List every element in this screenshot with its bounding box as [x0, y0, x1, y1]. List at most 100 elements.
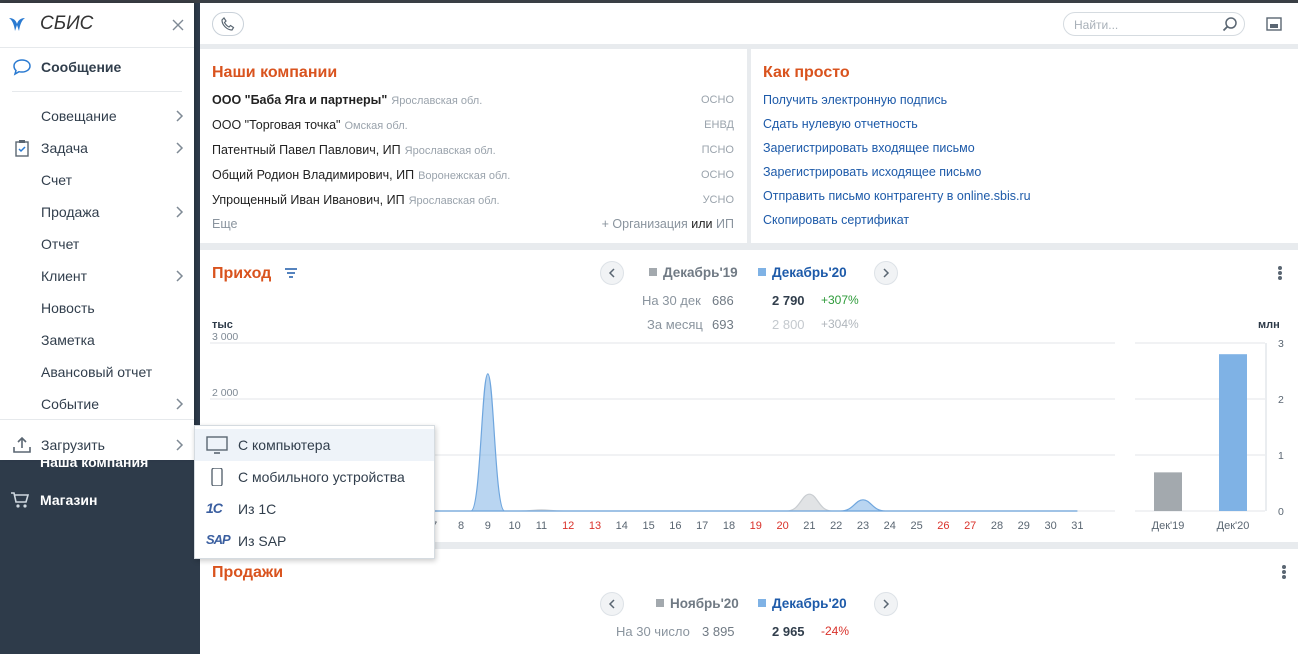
sales-legend-curr[interactable]: Декабрь'20 [758, 596, 847, 611]
chevron-right-icon [176, 439, 184, 451]
company-name-wrap: Упрощенный Иван Иванович, ИП Ярославская … [212, 193, 500, 207]
howto-link[interactable]: Зарегистрировать входящее письмо [763, 141, 975, 155]
y-tick-label: 2 000 [212, 387, 238, 399]
sales-legend-prev[interactable]: Ноябрь'20 [656, 596, 739, 611]
menu-item[interactable]: Клиент [0, 261, 194, 291]
x-tick-label: 31 [1071, 520, 1083, 532]
company-tax-system: ОСНО [701, 169, 734, 181]
menu-item-label: Заметка [41, 332, 95, 348]
bar [1219, 354, 1247, 511]
upload-from-1c[interactable]: 1С Из 1С [195, 493, 434, 525]
sales-legend-prev-label: Ноябрь'20 [670, 596, 739, 611]
brand-name: СБИС [40, 13, 94, 34]
x-tick-label: 10 [508, 520, 520, 532]
menu-item[interactable]: Совещание [0, 101, 194, 131]
nav-item-shop[interactable]: Магазин [0, 485, 200, 515]
company-region: Омская обл. [344, 120, 408, 132]
company-tax-system: ОСНО [701, 94, 734, 106]
sales-next-button[interactable] [874, 592, 898, 616]
x-tick-label: 16 [669, 520, 681, 532]
menu-item-upload[interactable]: Загрузить [0, 430, 194, 460]
search-icon[interactable] [1222, 16, 1238, 32]
search-box[interactable] [1063, 12, 1245, 36]
sales-prev-button[interactable] [600, 592, 624, 616]
company-name-wrap: Общий Родион Владимирович, ИП Воронежская… [212, 168, 510, 182]
company-row[interactable]: Патентный Павел Павлович, ИП Ярославская … [212, 139, 734, 163]
menu-item-label: Продажа [41, 204, 100, 220]
income-row1-label: На 30 дек [642, 293, 701, 308]
x-tick-label: 22 [830, 520, 842, 532]
add-organization-link[interactable]: + Организация [602, 217, 688, 231]
upload-from-mobile-label: С мобильного устройства [238, 469, 405, 485]
company-name: ООО "Торговая точка" [212, 118, 341, 132]
series-area [434, 493, 1078, 512]
howto-link[interactable]: Получить электронную подпись [763, 93, 947, 107]
sales-row1-curr: 2 965 [772, 624, 805, 639]
menu-item[interactable]: Новость [0, 293, 194, 323]
howto-link[interactable]: Зарегистрировать исходящее письмо [763, 165, 981, 179]
x-tick-label: 26 [937, 520, 949, 532]
company-tax-system: ПСНО [701, 144, 734, 156]
upload-icon [13, 436, 31, 453]
menu-item-label: Счет [41, 172, 72, 188]
create-menu: СБИС Сообщение Совещание Задача Счет Продаж… [0, 3, 194, 460]
sales-legend-curr-swatch [758, 599, 766, 607]
company-name: Упрощенный Иван Иванович, ИП [212, 193, 405, 207]
upload-from-computer[interactable]: С компьютера [195, 429, 434, 461]
y-tick-label: 3 [1278, 338, 1284, 350]
howto-link[interactable]: Скопировать сертификат [763, 213, 909, 227]
company-region: Ярославская обл. [391, 95, 483, 107]
add-organization: + Организация или ИП [602, 217, 734, 231]
x-tick-label: 17 [696, 520, 708, 532]
company-row[interactable]: Общий Родион Владимирович, ИП Воронежская… [212, 164, 734, 188]
chevron-left-icon [608, 268, 615, 278]
window-icon[interactable] [1266, 17, 1282, 31]
howto-link[interactable]: Сдать нулевую отчетность [763, 117, 918, 131]
income-row1-prev: 686 [712, 293, 734, 308]
company-row[interactable]: ООО "Торговая точка" Омская обл. ЕНВД [212, 114, 734, 138]
menu-item[interactable]: Задача [0, 133, 194, 163]
nav-item-shop-label: Магазин [40, 492, 98, 508]
1c-icon: 1С [206, 500, 223, 516]
phone-button[interactable] [212, 12, 244, 36]
add-ip-link[interactable]: ИП [716, 217, 734, 231]
menu-item[interactable]: Отчет [0, 229, 194, 259]
upload-from-sap-label: Из SAP [238, 533, 287, 549]
legend-prev[interactable]: Декабрь'19 [649, 265, 738, 280]
company-tax-system: ЕНВД [704, 119, 734, 131]
income-more-icon[interactable] [1277, 265, 1283, 283]
sbis-bird-icon [9, 18, 25, 31]
y-tick-label: 1 [1278, 450, 1284, 462]
menu-item[interactable]: Событие [0, 389, 194, 419]
howto-card: Как просто Получить электронную подпись С… [751, 49, 1298, 243]
upload-from-mobile[interactable]: С мобильного устройства [195, 461, 434, 493]
menu-item-label: Отчет [41, 236, 80, 252]
sales-legend-prev-swatch [656, 599, 664, 607]
menu-item-label: Клиент [41, 268, 88, 284]
menu-item[interactable]: Счет [0, 165, 194, 195]
more-link[interactable]: Еще [212, 217, 237, 231]
period-next-button[interactable] [874, 261, 898, 285]
company-row[interactable]: Упрощенный Иван Иванович, ИП Ярославская … [212, 189, 734, 213]
upload-from-sap[interactable]: SAP Из SAP [195, 525, 434, 557]
x-tick-label: 14 [616, 520, 628, 532]
menu-item[interactable]: Продажа [0, 197, 194, 227]
menu-item-label: Задача [41, 140, 88, 156]
company-region: Ярославская обл. [408, 195, 500, 207]
search-input[interactable] [1074, 16, 1214, 33]
chevron-right-icon [176, 270, 184, 282]
period-prev-button[interactable] [600, 261, 624, 285]
close-icon[interactable] [172, 19, 184, 31]
legend-curr[interactable]: Декабрь'20 [758, 265, 847, 280]
sales-more-icon[interactable] [1281, 564, 1287, 582]
menu-item-message[interactable]: Сообщение [0, 52, 194, 82]
chevron-right-icon [176, 206, 184, 218]
menu-item[interactable]: Авансовый отчет [0, 357, 194, 387]
howto-link[interactable]: Отправить письмо контрагенту в online.sb… [763, 189, 1031, 203]
sort-icon[interactable] [284, 267, 298, 279]
menu-item-label: Авансовый отчет [41, 364, 153, 380]
menu-item[interactable]: Заметка [0, 325, 194, 355]
company-row[interactable]: ООО "Баба Яга и партнеры" Ярославская обл… [212, 89, 734, 113]
phone-icon [221, 17, 235, 31]
sales-legend-curr-label: Декабрь'20 [772, 596, 847, 611]
